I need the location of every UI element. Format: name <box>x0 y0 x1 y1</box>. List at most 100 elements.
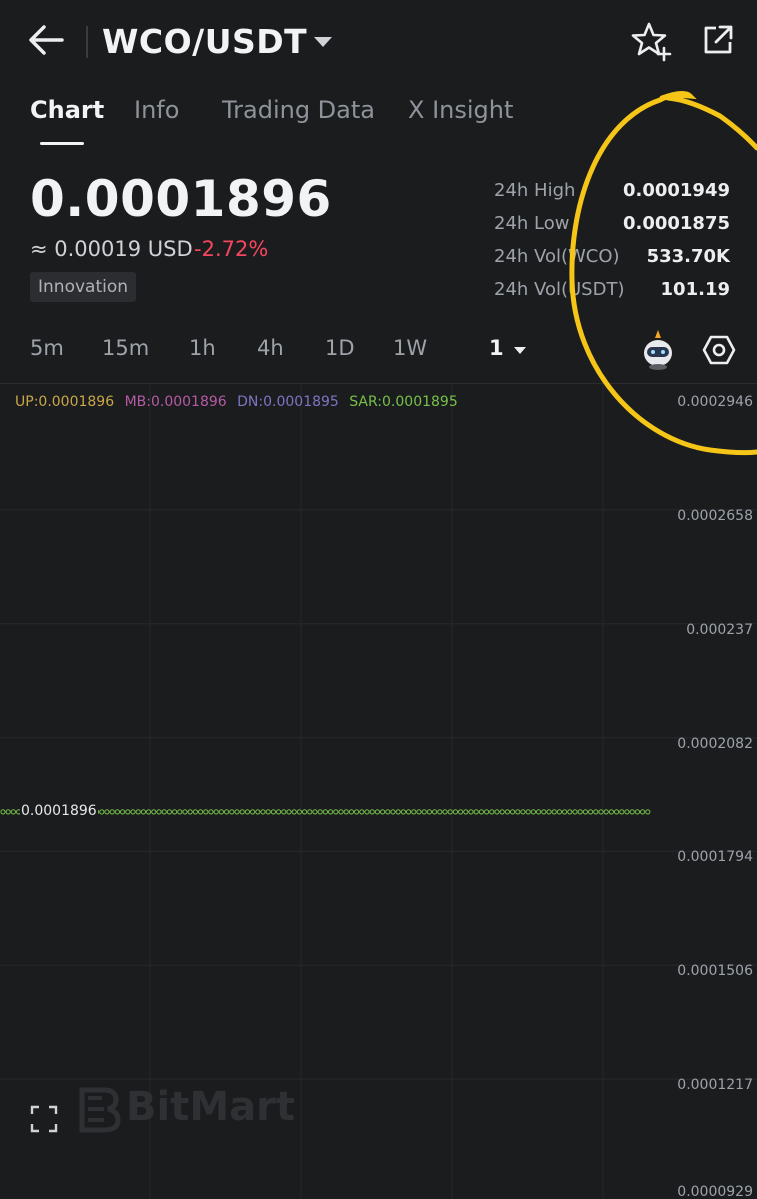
y-tick-label: 0.0002658 <box>677 507 753 524</box>
sar-point <box>509 809 516 815</box>
tab-info[interactable]: Info <box>134 96 179 124</box>
caret-down-icon[interactable] <box>513 346 527 356</box>
sar-point <box>473 809 479 815</box>
sar-point <box>177 809 183 815</box>
sar-point <box>395 809 401 815</box>
interval-1w[interactable]: 1W <box>393 336 427 360</box>
sar-point <box>582 809 589 815</box>
chart-canvas[interactable] <box>0 384 757 1199</box>
sar-point <box>458 809 464 815</box>
sar-point <box>406 809 412 815</box>
interval-dropdown[interactable]: 1 <box>489 336 504 360</box>
tab-trading-data[interactable]: Trading Data <box>222 96 375 124</box>
sar-point <box>468 809 474 815</box>
sar-point <box>624 809 630 815</box>
interval-5m[interactable]: 5m <box>30 336 64 360</box>
chart-area[interactable]: UP:0.0001896 MB:0.0001896 DN:0.0001895 S… <box>0 383 757 1199</box>
sar-point <box>187 809 193 815</box>
sar-point <box>255 809 261 815</box>
sar-point <box>614 809 620 815</box>
stat-label: 24h Vol(WCO) <box>494 246 620 267</box>
sar-point <box>307 809 313 815</box>
sar-point <box>426 809 432 815</box>
sar-point <box>99 809 105 815</box>
last-price-label: 0.0001896 <box>20 802 98 819</box>
sar-point <box>239 809 245 815</box>
interval-1h[interactable]: 1h <box>189 336 216 360</box>
sar-point <box>286 809 292 815</box>
sar-point <box>281 809 287 815</box>
sar-point <box>478 809 484 815</box>
y-tick-label: 0.000237 <box>686 621 753 638</box>
sar-point <box>504 809 510 815</box>
sar-point <box>432 809 438 815</box>
sar-point <box>484 809 490 815</box>
sar-point <box>120 809 126 815</box>
sar-point <box>172 809 178 815</box>
sar-point <box>645 809 651 815</box>
sar-point <box>562 809 568 815</box>
sar-point <box>400 809 406 815</box>
bot-mascot-icon[interactable] <box>638 328 678 370</box>
y-tick-label: 0.0001506 <box>677 963 753 980</box>
sar-point <box>229 809 235 815</box>
interval-1d[interactable]: 1D <box>325 336 355 360</box>
interval-15m[interactable]: 15m <box>102 336 149 360</box>
sar-point <box>260 809 266 815</box>
stat-value: 533.70K <box>646 246 730 267</box>
sar-point <box>343 809 349 815</box>
sar-point <box>338 809 344 815</box>
tab-x-insight[interactable]: X Insight <box>408 96 513 124</box>
sar-point <box>114 809 121 815</box>
sar-point <box>593 809 599 815</box>
stat-row: 24h High 0.0001949 <box>494 180 730 210</box>
last-price: 0.0001896 <box>30 170 332 228</box>
sar-point <box>374 809 380 815</box>
sar-point <box>411 809 417 815</box>
sar-point <box>629 809 635 815</box>
sar-point <box>265 809 271 815</box>
sar-point <box>380 809 386 815</box>
innovation-tag[interactable]: Innovation <box>30 272 137 302</box>
pair-title[interactable]: WCO/USDT <box>102 22 307 61</box>
tab-bar: Chart Info Trading Data X Insight <box>0 96 757 148</box>
share-external-icon[interactable] <box>700 22 736 58</box>
sar-point <box>224 809 230 815</box>
sar-point <box>244 809 250 815</box>
sar-point <box>151 809 157 815</box>
sar-point <box>515 809 521 815</box>
price-change: -2.72% <box>194 237 269 261</box>
sar-point <box>452 809 458 815</box>
sar-point <box>328 809 334 815</box>
sar-point <box>213 809 219 815</box>
sar-point <box>203 809 209 815</box>
sar-point <box>291 809 297 815</box>
stat-row: 24h Vol(USDT) 101.19 <box>494 279 730 309</box>
sar-point <box>598 809 604 815</box>
hexagon-settings-icon[interactable] <box>702 333 736 367</box>
sar-point <box>0 809 6 815</box>
sar-point <box>317 809 323 815</box>
sar-point <box>390 809 396 815</box>
sar-point <box>130 809 136 815</box>
sar-point <box>10 809 16 815</box>
y-tick-label: 0.0001794 <box>677 849 753 866</box>
stat-value: 0.0001949 <box>622 180 730 201</box>
sar-point <box>192 809 198 815</box>
interval-4h[interactable]: 4h <box>257 336 284 360</box>
caret-down-icon[interactable] <box>312 34 334 50</box>
fullscreen-icon[interactable] <box>30 1105 58 1133</box>
tab-chart[interactable]: Chart <box>30 96 104 124</box>
sar-point <box>619 809 625 815</box>
sar-point <box>333 809 339 815</box>
sar-point <box>385 809 391 815</box>
sar-point <box>520 809 526 815</box>
star-add-icon[interactable] <box>630 20 672 62</box>
sar-point <box>359 809 365 815</box>
sar-point <box>525 809 531 815</box>
sar-point <box>125 809 131 815</box>
sar-point <box>270 809 276 815</box>
back-arrow-icon[interactable] <box>26 22 68 58</box>
sar-point <box>276 809 282 815</box>
y-tick-label: 0.0002946 <box>677 394 753 410</box>
